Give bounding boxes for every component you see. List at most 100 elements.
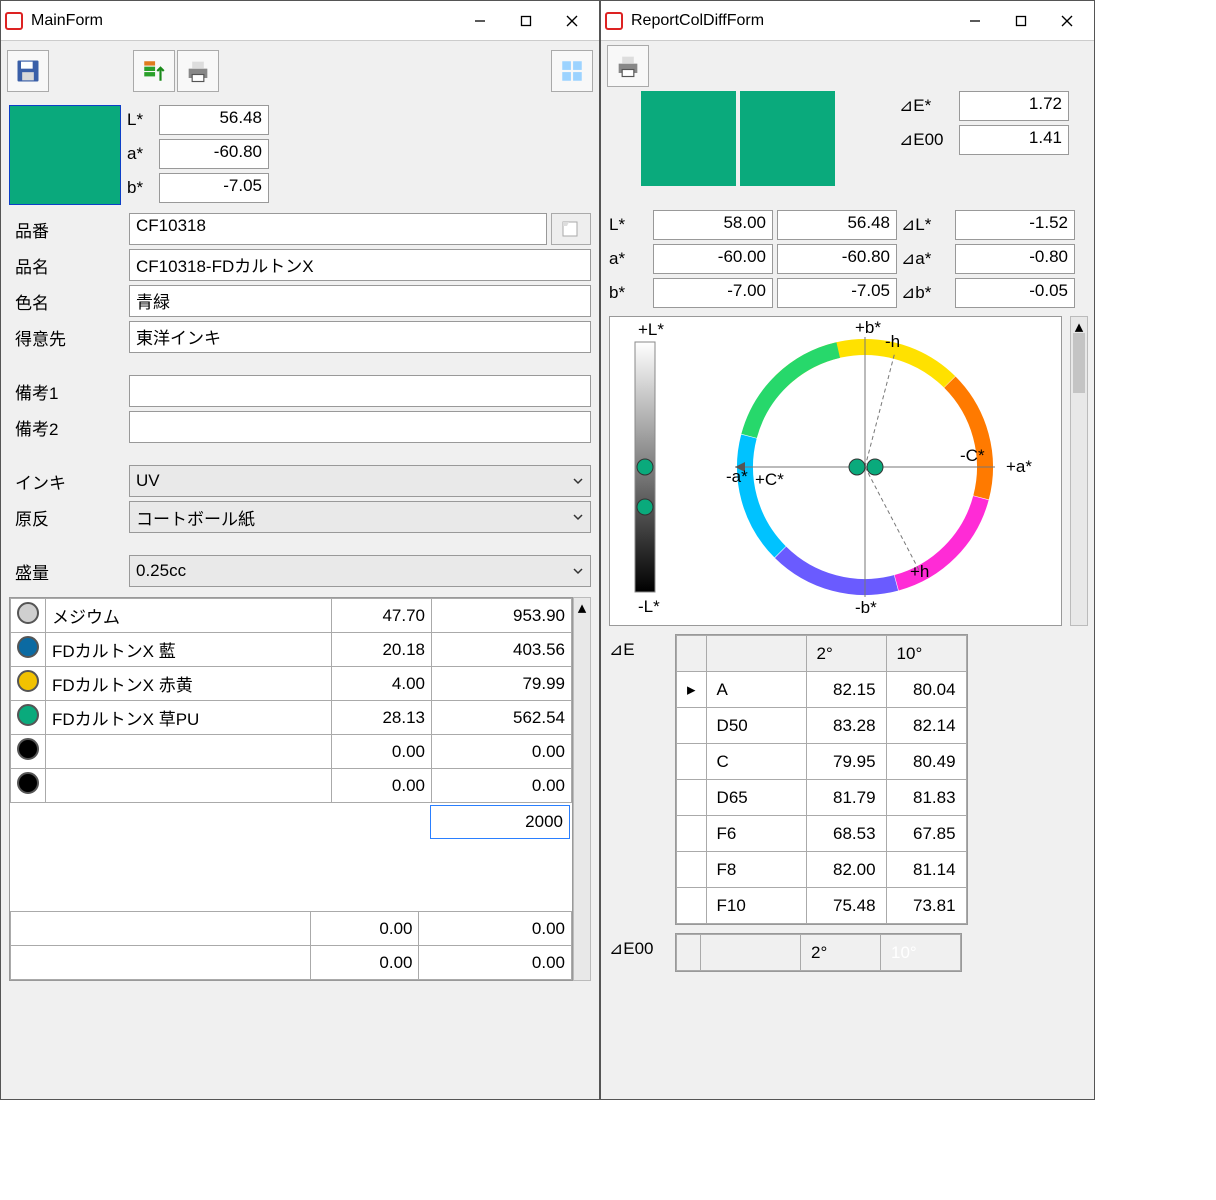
smp-value: -7.05: [777, 278, 897, 308]
bikou2-label: 備考2: [9, 415, 129, 440]
bikou1-input[interactable]: [129, 375, 591, 407]
table-row[interactable]: D5083.2882.14: [677, 708, 967, 744]
smp-value: 56.48: [777, 210, 897, 240]
diff-value: -0.80: [955, 244, 1075, 274]
b-value[interactable]: -7.05: [159, 173, 269, 203]
table-row[interactable]: 0.000.00: [11, 946, 572, 980]
main-window: MainForm: [0, 0, 600, 1100]
L-label: L*: [127, 110, 153, 130]
maximize-button[interactable]: [998, 5, 1044, 37]
ink-name: [46, 735, 332, 769]
table-row[interactable]: FDカルトンX 藍 20.18403.56: [11, 633, 572, 667]
ink-name: FDカルトンX 赤黄: [46, 667, 332, 701]
ink-select[interactable]: UV: [129, 465, 591, 497]
svg-text:-L*: -L*: [638, 597, 660, 616]
iromei-label: 色名: [9, 289, 129, 314]
table-row[interactable]: 0.000.00: [11, 735, 572, 769]
svg-text:+C*: +C*: [755, 470, 784, 489]
diff-value: -1.52: [955, 210, 1075, 240]
minimize-button[interactable]: [952, 5, 998, 37]
hue-circle-chart: -h +h +C* -C* +b* -b* -a* +a*: [690, 317, 1040, 617]
hinmei-label: 品名: [9, 253, 129, 278]
save-button[interactable]: [7, 50, 49, 92]
a-value[interactable]: -60.80: [159, 139, 269, 169]
browse-button[interactable]: [551, 213, 591, 245]
svg-text:+a*: +a*: [1006, 457, 1032, 476]
scrollbar[interactable]: ▴: [1070, 316, 1088, 626]
dlab-label: ⊿L*: [901, 210, 951, 240]
svg-text:-h: -h: [885, 332, 900, 351]
bikou1-label: 備考1: [9, 379, 129, 404]
genpan-select[interactable]: コートボール紙: [129, 501, 591, 533]
window-title: ReportColDiffForm: [631, 12, 952, 30]
dE00-table[interactable]: 2° 10°: [675, 933, 962, 972]
diff-value: -0.05: [955, 278, 1075, 308]
hinmei-input[interactable]: CF10318-FDカルトンX: [129, 249, 591, 281]
table-row[interactable]: FDカルトンX 赤黄 4.0079.99: [11, 667, 572, 701]
sample-swatch: [740, 91, 835, 186]
table-row[interactable]: C79.9580.49: [677, 744, 967, 780]
std-value: -60.00: [653, 244, 773, 274]
titlebar: ReportColDiffForm: [601, 1, 1094, 41]
color-diff-chart: +L* -L*: [609, 316, 1062, 626]
tokuisaki-label: 得意先: [9, 325, 129, 350]
table-row[interactable]: 0.000.00: [11, 769, 572, 803]
ink-name: [46, 769, 332, 803]
svg-text:-a*: -a*: [726, 467, 748, 486]
window-title: MainForm: [31, 12, 457, 30]
toolbar: [1, 41, 599, 101]
ink-name: FDカルトンX 草PU: [46, 701, 332, 735]
maximize-button[interactable]: [503, 5, 549, 37]
dE00-value: 1.41: [959, 125, 1069, 155]
dE-table[interactable]: 2°10°▸A82.1580.04D5083.2882.14C79.9580.4…: [675, 634, 968, 925]
print-button[interactable]: [177, 50, 219, 92]
lab-label: b*: [609, 278, 649, 308]
a-label: a*: [127, 144, 153, 164]
dlab-label: ⊿a*: [901, 244, 951, 274]
report-window: ReportColDiffForm ⊿E* 1.72: [600, 0, 1095, 1100]
ink-label: インキ: [9, 469, 129, 494]
std-value: -7.00: [653, 278, 773, 308]
moriryo-label: 盛量: [9, 559, 129, 584]
dE-label: ⊿E*: [899, 96, 959, 116]
table-row[interactable]: F1075.4873.81: [677, 888, 967, 924]
mix-grid[interactable]: メジウム 47.70953.90 FDカルトンX 藍 20.18403.56 F…: [9, 597, 573, 981]
svg-text:+b*: +b*: [855, 318, 881, 337]
app-icon: [5, 12, 23, 30]
titlebar: MainForm: [1, 1, 599, 41]
grid-view-button[interactable]: [551, 50, 593, 92]
table-row[interactable]: ▸A82.1580.04: [677, 672, 967, 708]
close-button[interactable]: [549, 5, 595, 37]
moriryo-select[interactable]: 0.25cc: [129, 555, 591, 587]
close-button[interactable]: [1044, 5, 1090, 37]
table-row[interactable]: 0.000.00: [11, 912, 572, 946]
svg-text:+h: +h: [910, 562, 929, 581]
table-row[interactable]: D6581.7981.83: [677, 780, 967, 816]
iromei-input[interactable]: 青緑: [129, 285, 591, 317]
standard-swatch: [641, 91, 736, 186]
table-row[interactable]: FDカルトンX 草PU 28.13562.54: [11, 701, 572, 735]
svg-text:+L*: +L*: [638, 320, 664, 339]
ink-name: メジウム: [46, 599, 332, 633]
genpan-label: 原反: [9, 505, 129, 530]
hinban-input[interactable]: CF10318: [129, 213, 547, 245]
L-value[interactable]: 56.48: [159, 105, 269, 135]
dE00-table-label: ⊿E00: [609, 933, 669, 959]
target-color-swatch: [9, 105, 121, 205]
bikou2-input[interactable]: [129, 411, 591, 443]
lab-label: L*: [609, 210, 649, 240]
svg-text:-C*: -C*: [960, 446, 985, 465]
dE-value: 1.72: [959, 91, 1069, 121]
print-button[interactable]: [607, 45, 649, 87]
table-row[interactable]: F668.5367.85: [677, 816, 967, 852]
table-row[interactable]: F882.0081.14: [677, 852, 967, 888]
minimize-button[interactable]: [457, 5, 503, 37]
mix-total-input[interactable]: [430, 805, 570, 839]
scrollbar[interactable]: ▴: [573, 597, 591, 981]
tokuisaki-input[interactable]: 東洋インキ: [129, 321, 591, 353]
lab-label: a*: [609, 244, 649, 274]
table-row[interactable]: メジウム 47.70953.90: [11, 599, 572, 633]
hinban-label: 品番: [9, 217, 129, 242]
app-icon: [605, 12, 623, 30]
import-button[interactable]: [133, 50, 175, 92]
